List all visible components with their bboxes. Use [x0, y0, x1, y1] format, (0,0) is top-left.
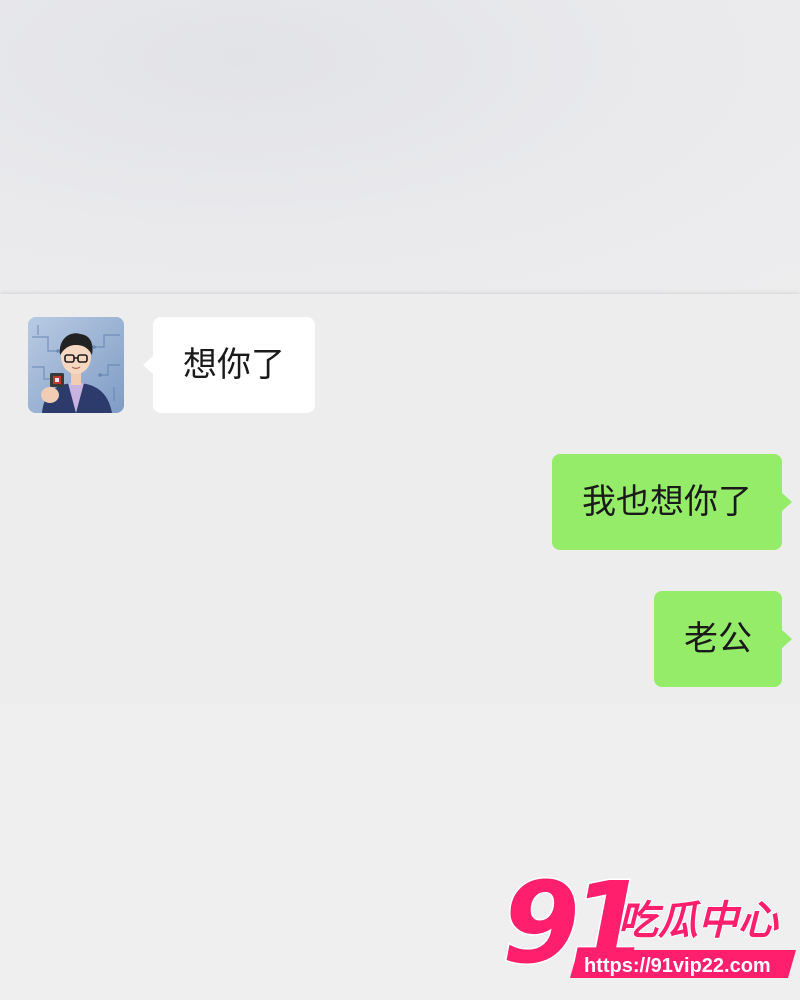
- outgoing-message-bubble[interactable]: 老公: [654, 591, 792, 687]
- brand-text: 吃瓜中心: [618, 898, 779, 944]
- message-text: 想你了: [183, 345, 285, 385]
- top-backdrop: [0, 0, 800, 294]
- avatar-illustration-icon: [28, 317, 124, 413]
- brand-url: https://91vip22.com: [584, 955, 771, 977]
- message-text: 老公: [684, 619, 752, 659]
- contact-avatar[interactable]: [28, 317, 124, 413]
- watermark-logo: 91 吃瓜中心 https://91vip22.com: [500, 858, 800, 992]
- brand-logo: 91 吃瓜中心 https://91vip22.com: [501, 858, 796, 991]
- outgoing-message-bubble[interactable]: 我也想你了: [552, 454, 792, 550]
- message-text: 我也想你了: [582, 482, 752, 522]
- incoming-message-bubble[interactable]: 想你了: [143, 317, 315, 413]
- chat-panel: 想你了 我也想你了 老公: [0, 294, 800, 704]
